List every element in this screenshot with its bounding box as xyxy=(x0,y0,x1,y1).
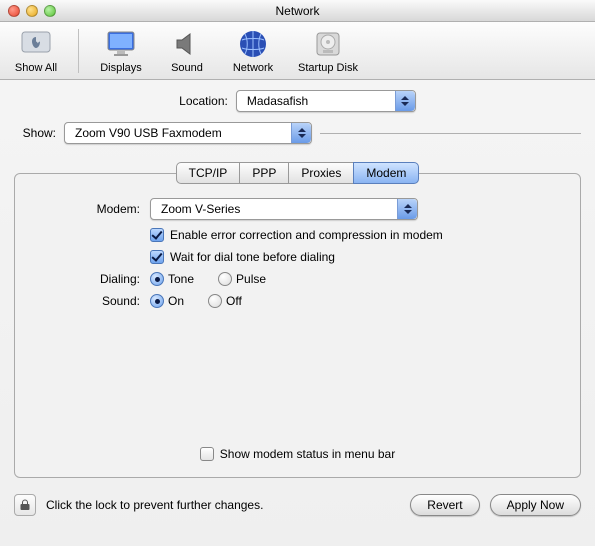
tab-proxies[interactable]: Proxies xyxy=(288,162,354,184)
location-select[interactable]: Madasafish xyxy=(236,90,416,112)
content: Location: Madasafish Show: Zoom V90 USB … xyxy=(0,80,595,486)
display-icon xyxy=(105,28,137,60)
chevron-up-down-icon xyxy=(291,123,311,143)
show-select[interactable]: Zoom V90 USB Faxmodem xyxy=(64,122,312,144)
wait-dial-tone-label: Wait for dial tone before dialing xyxy=(170,250,335,264)
toolbar-displays[interactable]: Displays xyxy=(93,28,149,74)
revert-button[interactable]: Revert xyxy=(410,494,479,516)
speaker-icon xyxy=(171,28,203,60)
tabs: TCP/IP PPP Proxies Modem Modem: Zoom V-S… xyxy=(14,162,581,478)
tab-modem[interactable]: Modem xyxy=(353,162,419,184)
chevron-up-down-icon xyxy=(395,91,415,111)
apple-icon xyxy=(20,28,52,60)
toolbar-sound[interactable]: Sound xyxy=(159,28,215,74)
dialing-tone-label: Tone xyxy=(168,272,194,286)
sound-off-label: Off xyxy=(226,294,242,308)
wait-dial-tone-checkbox[interactable] xyxy=(150,250,164,264)
divider xyxy=(320,133,581,134)
dialing-label: Dialing: xyxy=(35,272,140,286)
lock-button[interactable] xyxy=(14,494,36,516)
sound-label: Sound: xyxy=(35,294,140,308)
toolbar-label: Network xyxy=(233,62,273,74)
sound-on-label: On xyxy=(168,294,184,308)
toolbar: Show All Displays Sound Network Startup … xyxy=(0,22,595,80)
modem-panel: Modem: Zoom V-Series Enable error correc… xyxy=(14,173,581,478)
sound-on-radio[interactable] xyxy=(150,294,164,308)
show-value: Zoom V90 USB Faxmodem xyxy=(75,126,222,140)
error-correction-checkbox[interactable] xyxy=(150,228,164,242)
window-title: Network xyxy=(0,4,595,18)
lock-text: Click the lock to prevent further change… xyxy=(46,498,410,512)
toolbar-label: Startup Disk xyxy=(298,62,358,74)
apply-now-button[interactable]: Apply Now xyxy=(490,494,581,516)
error-correction-label: Enable error correction and compression … xyxy=(170,228,443,242)
sound-off-radio[interactable] xyxy=(208,294,222,308)
toolbar-show-all[interactable]: Show All xyxy=(8,28,64,74)
dialing-pulse-radio[interactable] xyxy=(218,272,232,286)
location-value: Madasafish xyxy=(247,94,308,108)
disk-icon xyxy=(312,28,344,60)
tab-tcpip[interactable]: TCP/IP xyxy=(176,162,241,184)
titlebar: Network xyxy=(0,0,595,22)
show-status-label: Show modem status in menu bar xyxy=(220,447,395,461)
modem-label: Modem: xyxy=(35,202,140,216)
dialing-pulse-label: Pulse xyxy=(236,272,266,286)
toolbar-startup-disk[interactable]: Startup Disk xyxy=(291,28,365,74)
modem-value: Zoom V-Series xyxy=(161,202,240,216)
toolbar-network[interactable]: Network xyxy=(225,28,281,74)
tab-ppp[interactable]: PPP xyxy=(239,162,289,184)
globe-icon xyxy=(237,28,269,60)
lock-icon xyxy=(19,499,31,511)
toolbar-label: Sound xyxy=(171,62,203,74)
chevron-up-down-icon xyxy=(397,199,417,219)
modem-select[interactable]: Zoom V-Series xyxy=(150,198,418,220)
show-status-checkbox[interactable] xyxy=(200,447,214,461)
location-label: Location: xyxy=(179,94,228,108)
dialing-tone-radio[interactable] xyxy=(150,272,164,286)
toolbar-separator xyxy=(78,29,79,73)
footer: Click the lock to prevent further change… xyxy=(0,486,595,524)
toolbar-label: Displays xyxy=(100,62,142,74)
show-label: Show: xyxy=(14,126,56,140)
toolbar-label: Show All xyxy=(15,62,57,74)
